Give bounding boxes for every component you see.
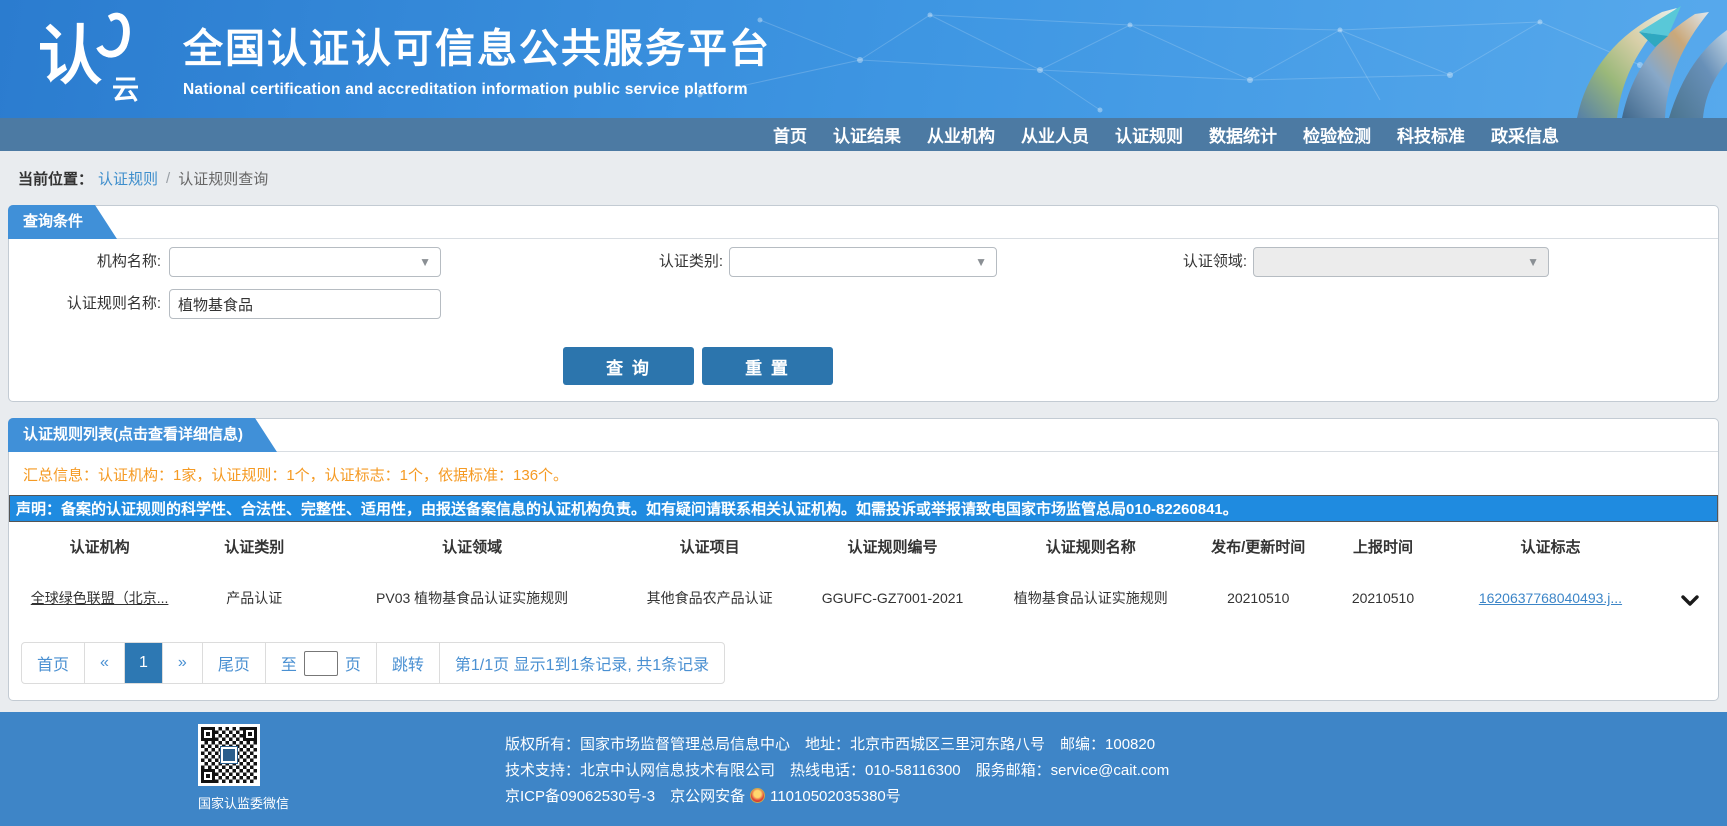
main-nav: 首页 认证结果 从业机构 从业人员 认证规则 数据统计 检验检测 科技标准 政采…	[0, 118, 1727, 151]
site-logo[interactable]: 认 云	[38, 10, 178, 110]
col-header-rule-name: 认证规则名称	[992, 522, 1190, 570]
table-header-row: 认证机构 认证类别 认证领域 认证项目 认证规则编号 认证规则名称 发布/更新时…	[9, 522, 1718, 570]
police-badge-icon	[750, 788, 765, 803]
police-record-number: 11010502035380号	[770, 788, 901, 805]
search-actions: 查 询 重 置	[563, 335, 1718, 401]
search-form: 机构名称: ▼ 认证类别: ▼ 认证领域: ▼ 认证规则名称:	[9, 239, 1718, 335]
cell-domain: PV03 植物基食品认证实施规则	[318, 570, 626, 626]
qr-finder-icon	[243, 727, 257, 741]
qr-center-logo-icon	[221, 747, 237, 763]
pagination-prev-button[interactable]: «	[84, 643, 124, 683]
breadcrumb-link-cert-rules[interactable]: 认证规则	[98, 168, 158, 189]
col-header-publish-date: 发布/更新时间	[1190, 522, 1327, 570]
icp-number-text: 京ICP备09062530号-3 京公网安备	[505, 788, 745, 805]
logo-cloud-glyph: 云	[112, 68, 139, 107]
nav-item-home[interactable]: 首页	[773, 122, 807, 147]
qr-caption: 国家认监委微信	[198, 793, 260, 812]
query-button[interactable]: 查 询	[563, 347, 694, 385]
wechat-qr-block: 国家认监委微信	[198, 724, 260, 812]
pagination-goto-group: 至 页	[265, 643, 376, 683]
nav-item-procurement[interactable]: 政采信息	[1491, 122, 1559, 147]
col-header-category: 认证类别	[190, 522, 318, 570]
header-artwork-decoration	[1427, 0, 1727, 118]
breadcrumb: 当前位置： 认证规则 / 认证规则查询	[0, 151, 1727, 205]
cert-category-label: 认证类别:	[565, 247, 723, 277]
footer-line-support: 技术支持：北京中认网信息技术有限公司 热线电话：010-58116300 服务邮…	[505, 758, 1169, 784]
pagination: 首页 « 1 » 尾页 至 页 跳转 第1/1页 显示1到1条记录, 共1条记录	[21, 642, 725, 684]
search-panel: 查询条件 机构名称: ▼ 认证类别: ▼ 认证领域: ▼ 认证规则名称: 查 询…	[8, 205, 1719, 402]
site-header: 认 云 全国认证认可信息公共服务平台 National certificatio…	[0, 0, 1727, 118]
results-table: 认证机构 认证类别 认证领域 认证项目 认证规则编号 认证规则名称 发布/更新时…	[9, 522, 1718, 626]
summary-info: 汇总信息：认证机构：1家，认证规则：1个，认证标志：1个，依据标准：136个。	[9, 452, 1718, 495]
pagination-jump-button[interactable]: 跳转	[376, 643, 439, 683]
org-name-select[interactable]: ▼	[169, 247, 441, 277]
pagination-first-button[interactable]: 首页	[22, 643, 84, 683]
qr-code-image	[198, 724, 260, 786]
results-panel-title: 认证规则列表(点击查看详细信息)	[8, 418, 277, 452]
chevron-down-icon: ▼	[419, 255, 431, 269]
cell-publish-date: 20210510	[1190, 570, 1327, 626]
chevron-down-icon: ▼	[975, 255, 987, 269]
breadcrumb-separator: /	[163, 170, 173, 187]
col-header-rule-no: 认证规则编号	[793, 522, 991, 570]
pagination-status: 第1/1页 显示1到1条记录, 共1条记录	[439, 643, 724, 683]
col-header-mark: 认证标志	[1439, 522, 1661, 570]
cell-report-date: 20210510	[1327, 570, 1440, 626]
goto-page-input[interactable]	[304, 651, 338, 676]
pagination-page-1[interactable]: 1	[124, 643, 162, 683]
reset-button[interactable]: 重 置	[702, 347, 833, 385]
disclaimer-bar: 声明：备案的认证规则的科学性、合法性、完整性、适用性，由报送备案信息的认证机构负…	[9, 495, 1718, 522]
goto-prefix-label: 至	[281, 651, 297, 675]
results-panel-header: 认证规则列表(点击查看详细信息)	[9, 419, 1718, 452]
breadcrumb-current: 认证规则查询	[178, 168, 268, 189]
site-subtitle: National certification and accreditation…	[183, 81, 771, 99]
cell-project: 其他食品农产品认证	[626, 570, 793, 626]
search-panel-title: 查询条件	[8, 205, 117, 239]
cert-domain-select: ▼	[1253, 247, 1549, 277]
footer-text-block: 版权所有：国家市场监督管理总局信息中心 地址：北京市西城区三里河东路八号 邮编：…	[505, 732, 1169, 810]
footer-line-copyright: 版权所有：国家市场监督管理总局信息中心 地址：北京市西城区三里河东路八号 邮编：…	[505, 732, 1169, 758]
cert-category-select[interactable]: ▼	[729, 247, 997, 277]
pagination-last-button[interactable]: 尾页	[202, 643, 265, 683]
cert-mark-file-link[interactable]: 1620637768040493.j...	[1479, 590, 1622, 606]
search-panel-header: 查询条件	[9, 206, 1718, 239]
cell-category: 产品认证	[190, 570, 318, 626]
site-title-block: 全国认证认可信息公共服务平台 National certification an…	[183, 16, 771, 99]
results-panel: 认证规则列表(点击查看详细信息) 汇总信息：认证机构：1家，认证规则：1个，认证…	[8, 418, 1719, 701]
rule-name-label: 认证规则名称:	[9, 289, 161, 319]
site-title: 全国认证认可信息公共服务平台	[183, 16, 771, 74]
rule-name-input[interactable]	[169, 289, 441, 319]
col-header-report-date: 上报时间	[1327, 522, 1440, 570]
site-footer: 国家认监委微信 版权所有：国家市场监督管理总局信息中心 地址：北京市西城区三里河…	[0, 712, 1727, 826]
cell-rule-name: 植物基食品认证实施规则	[992, 570, 1190, 626]
qr-finder-icon	[201, 727, 215, 741]
cell-rule-no: GGUFC-GZ7001-2021	[793, 570, 991, 626]
col-header-expand	[1662, 522, 1718, 570]
row-expand-chevron-down-icon[interactable]	[1681, 594, 1699, 610]
breadcrumb-label: 当前位置：	[18, 168, 93, 189]
cert-domain-label: 认证领域:	[1089, 247, 1247, 277]
col-header-org: 认证机构	[9, 522, 190, 570]
org-name-label: 机构名称:	[9, 247, 161, 277]
table-row[interactable]: 全球绿色联盟（北京... 产品认证 PV03 植物基食品认证实施规则 其他食品农…	[9, 570, 1718, 626]
goto-suffix-label: 页	[345, 651, 361, 675]
footer-line-icp: 京ICP备09062530号-3 京公网安备 11010502035380号	[505, 784, 1169, 810]
org-name-link[interactable]: 全球绿色联盟（北京...	[31, 590, 169, 606]
nav-item-inspection[interactable]: 检验检测	[1303, 122, 1371, 147]
col-header-project: 认证项目	[626, 522, 793, 570]
nav-item-tech-standards[interactable]: 科技标准	[1397, 122, 1465, 147]
qr-finder-icon	[201, 769, 215, 783]
pagination-next-button[interactable]: »	[162, 643, 202, 683]
nav-item-statistics[interactable]: 数据统计	[1209, 122, 1277, 147]
nav-item-org[interactable]: 从业机构	[927, 122, 995, 147]
nav-item-cert-rules[interactable]: 认证规则	[1115, 122, 1183, 147]
logo-ren-glyph: 认	[38, 24, 102, 88]
col-header-domain: 认证领域	[318, 522, 626, 570]
chevron-down-icon: ▼	[1527, 255, 1539, 269]
nav-item-cert-results[interactable]: 认证结果	[833, 122, 901, 147]
nav-item-personnel[interactable]: 从业人员	[1021, 122, 1089, 147]
